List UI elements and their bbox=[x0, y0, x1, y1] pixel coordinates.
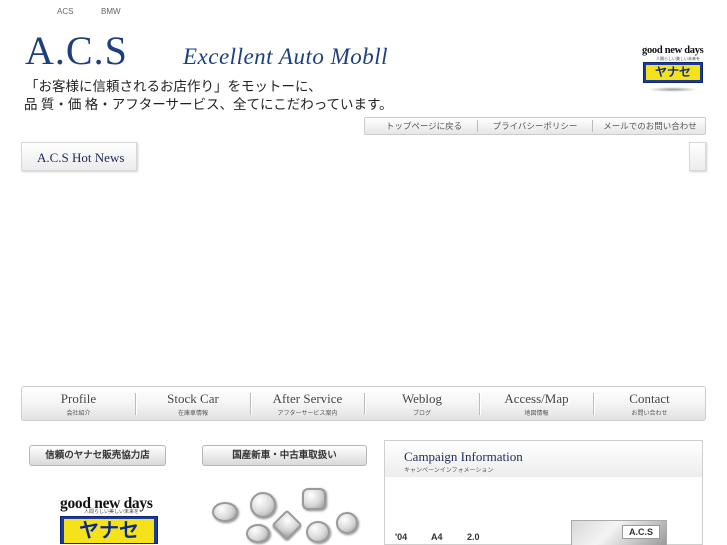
campaign-car-engine: 2.0 bbox=[467, 532, 480, 542]
nav-sublabel: アフターサービス案内 bbox=[277, 411, 338, 417]
nav-label: Contact bbox=[629, 391, 670, 406]
yanase-dealer-button[interactable]: 信頼のヤナセ販売協力店 bbox=[29, 445, 166, 466]
hot-news-bar: A.C.S Hot News bbox=[21, 142, 706, 172]
honda-emblem-icon bbox=[302, 488, 326, 510]
tagline-line-2: 品 質・価 格・アフターサービス、全てにこだわっています。 bbox=[24, 97, 393, 112]
campaign-panel: Campaign Information キャンペーンインフォメーション '04… bbox=[384, 440, 703, 545]
nav-label: Access/Map bbox=[504, 391, 569, 406]
hot-news-tab[interactable]: A.C.S Hot News bbox=[21, 142, 137, 171]
campaign-car-year: '04 bbox=[395, 532, 408, 542]
mitsubishi-emblem-icon bbox=[271, 509, 303, 541]
photo-sign: A.C.S bbox=[622, 525, 660, 539]
utility-link-mail[interactable]: メールでのお問い合わせ bbox=[594, 118, 706, 134]
site-logo[interactable]: A.C.S bbox=[25, 31, 128, 71]
campaign-subtitle: キャンペーンインフォメーション bbox=[404, 468, 494, 474]
nav-label: After Service bbox=[272, 391, 343, 406]
nav-profile[interactable]: Profile 会社紹介 bbox=[22, 387, 135, 420]
maker-emblems[interactable] bbox=[210, 486, 360, 545]
nav-weblog[interactable]: Weblog ブログ bbox=[365, 387, 479, 420]
nav-stock-car[interactable]: Stock Car 在庫車情報 bbox=[136, 387, 250, 420]
logo-shadow bbox=[648, 87, 698, 92]
nav-sublabel: お問い合わせ bbox=[631, 411, 668, 417]
campaign-car-photo[interactable]: A.C.S bbox=[571, 520, 667, 545]
nav-access-map[interactable]: Access/Map 地図情報 bbox=[480, 387, 593, 420]
nav-sublabel: 在庫車情報 bbox=[177, 411, 208, 417]
nav-sublabel: 会社紹介 bbox=[66, 411, 91, 417]
yanase-brand-text: good new days bbox=[642, 45, 704, 56]
nav-label: Stock Car bbox=[167, 391, 219, 406]
top-link-acs[interactable]: ACS bbox=[57, 7, 73, 16]
daihatsu-emblem-icon bbox=[306, 521, 330, 543]
yanase-brand-text: good new days bbox=[60, 495, 153, 512]
utility-link-top[interactable]: トップページに戻る bbox=[371, 118, 477, 134]
nav-label: Profile bbox=[60, 391, 97, 406]
tagline-line-1: 「お客様に信頼されるお店作り」をモットーに、 bbox=[25, 79, 322, 94]
yanase-badge: ヤナセ bbox=[643, 62, 703, 83]
top-link-bmw[interactable]: BMW bbox=[101, 7, 121, 16]
yanase-name: ヤナセ bbox=[64, 519, 154, 543]
campaign-header: Campaign Information キャンペーンインフォメーション bbox=[385, 441, 702, 477]
yanase-tagline: 人間らしい美しい未来を bbox=[656, 56, 700, 61]
utility-link-privacy[interactable]: プライバシーポリシー bbox=[479, 118, 591, 134]
yanase-name: ヤナセ bbox=[646, 65, 700, 80]
utility-divider bbox=[592, 120, 593, 132]
yanase-logo[interactable]: good new days 人間らしい美しい未来を ヤナセ bbox=[642, 45, 704, 93]
nav-after-service[interactable]: After Service アフターサービス案内 bbox=[251, 387, 364, 420]
tagline: 「お客様に信頼されるお店作り」をモットーに、 品 質・価 格・アフターサービス、… bbox=[24, 78, 393, 114]
hot-news-cap bbox=[689, 142, 706, 171]
nav-sublabel: ブログ bbox=[412, 411, 431, 417]
site-logo-subtitle: Excellent Auto Mobll bbox=[183, 44, 389, 69]
main-nav: Profile 会社紹介 Stock Car 在庫車情報 After Servi… bbox=[21, 386, 706, 421]
top-links-bar: ACS BMW bbox=[0, 0, 727, 22]
hot-news-title: A.C.S Hot News bbox=[37, 150, 125, 165]
nav-sublabel: 地図情報 bbox=[524, 411, 549, 417]
yanase-banner[interactable]: good new days 人間らしい美しい未来を ヤナセ bbox=[60, 495, 158, 544]
suzuki-emblem-icon bbox=[336, 512, 358, 534]
toyota-emblem-icon bbox=[212, 502, 238, 522]
nav-label: Weblog bbox=[401, 391, 443, 406]
utility-nav: トップページに戻る プライバシーポリシー メールでのお問い合わせ bbox=[364, 117, 706, 135]
mazda-emblem-icon bbox=[246, 524, 270, 543]
utility-divider bbox=[477, 120, 478, 132]
campaign-car-model: A4 bbox=[431, 532, 443, 542]
nav-contact[interactable]: Contact お問い合わせ bbox=[594, 387, 705, 420]
new-used-cars-button[interactable]: 国産新車・中古車取扱い bbox=[202, 445, 367, 466]
yanase-badge: ヤナセ bbox=[60, 516, 158, 544]
campaign-title: Campaign Information bbox=[404, 449, 523, 464]
nissan-emblem-icon bbox=[250, 492, 276, 518]
